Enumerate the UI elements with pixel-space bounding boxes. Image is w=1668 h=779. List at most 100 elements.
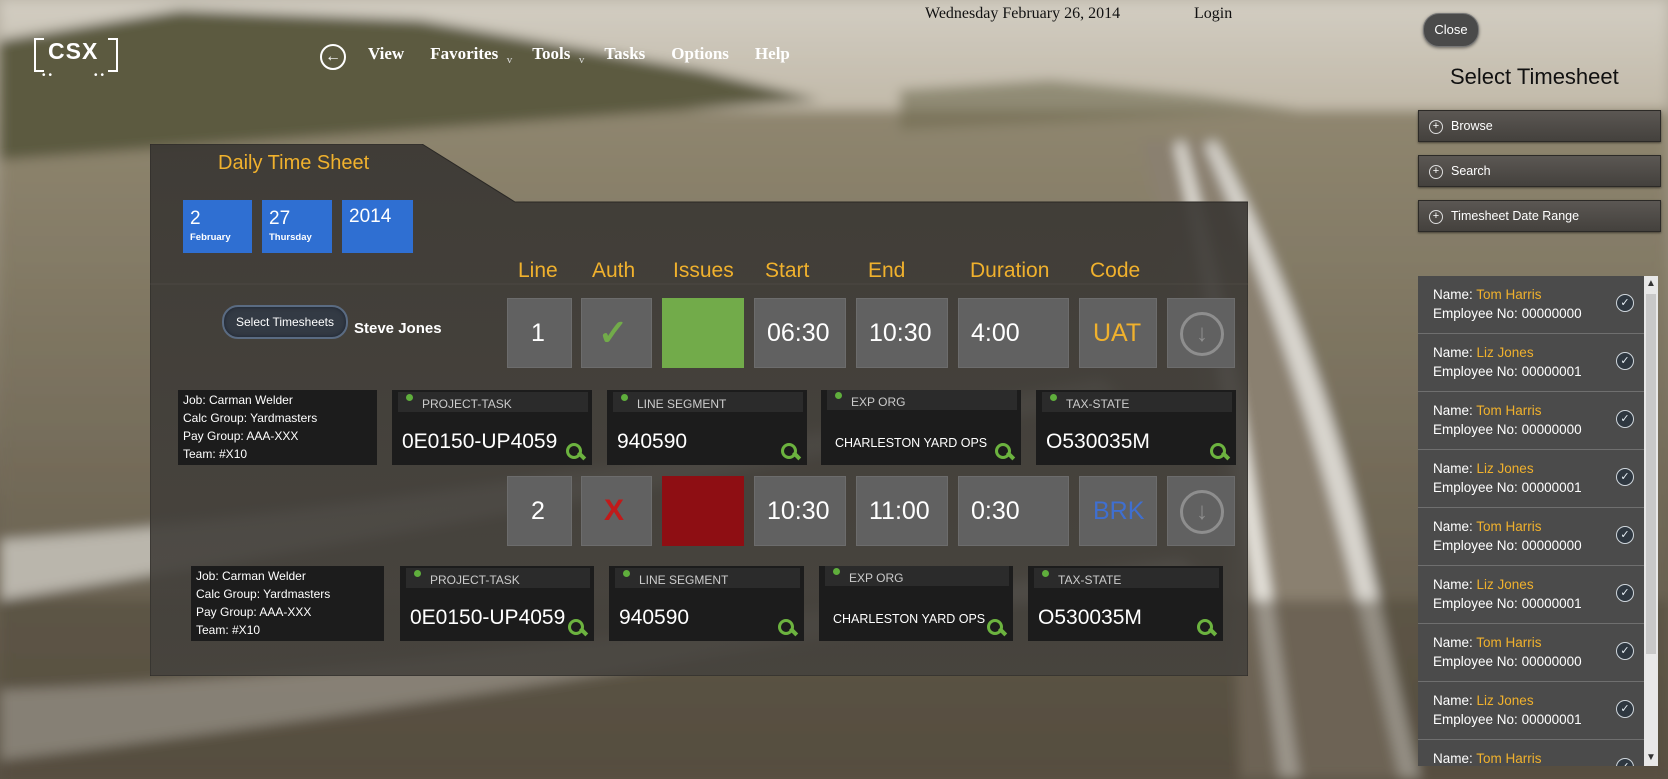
search-icon[interactable]	[776, 617, 799, 639]
list-item[interactable]: Name: Liz Jones Employee No: 00000001 ✓	[1418, 334, 1644, 392]
search-icon[interactable]	[779, 441, 802, 463]
date-year-box[interactable]: 2014	[342, 200, 413, 253]
start-time-field[interactable]: 06:30	[754, 298, 846, 368]
issues-status-green[interactable]	[662, 298, 744, 368]
code-field[interactable]: BRK	[1079, 476, 1157, 546]
check-icon[interactable]: ✓	[1616, 468, 1634, 486]
check-icon[interactable]: ✓	[1616, 410, 1634, 428]
list-item[interactable]: Name: Tom Harris Employee No: 00000000 ✓	[1418, 508, 1644, 566]
end-time-field[interactable]: 10:30	[856, 298, 948, 368]
expand-line-button[interactable]: ↓	[1167, 476, 1235, 546]
search-icon[interactable]	[566, 617, 589, 639]
search-icon[interactable]	[1208, 441, 1231, 463]
line-number-cell[interactable]: 1	[507, 298, 572, 368]
date-range-section[interactable]: + Timesheet Date Range	[1418, 200, 1661, 232]
auth-cell[interactable]: X	[581, 476, 652, 546]
date-range-label: Timesheet Date Range	[1451, 209, 1580, 223]
employee-number: Employee No: 00000001	[1433, 596, 1582, 611]
line-segment-field[interactable]: LINE SEGMENT 940590	[609, 566, 804, 641]
employee-list: Name: Tom Harris Employee No: 00000000 ✓ N…	[1418, 276, 1644, 766]
project-task-field[interactable]: PROJECT-TASK 0E0150-UP4059	[400, 566, 594, 641]
emp-label: Employee No:	[1433, 422, 1518, 437]
list-item[interactable]: Name: Tom Harris Employee No: 00000000 ✓	[1418, 624, 1644, 682]
search-icon[interactable]	[1195, 617, 1218, 639]
duration-field[interactable]: 0:30	[958, 476, 1069, 546]
expand-line-button[interactable]: ↓	[1167, 298, 1235, 368]
search-label: Search	[1451, 164, 1491, 178]
field-label: TAX-STATE	[1042, 392, 1232, 412]
field-value: CHARLESTON YARD OPS	[835, 436, 988, 450]
code-field[interactable]: UAT	[1079, 298, 1157, 368]
exp-org-field[interactable]: EXP ORG CHARLESTON YARD OPS	[819, 566, 1013, 641]
list-item[interactable]: Name: Liz Jones Employee No: 00000001 ✓	[1418, 566, 1644, 624]
field-value: 940590	[617, 430, 688, 453]
field-label: PROJECT-TASK	[406, 568, 590, 588]
issues-status-red[interactable]	[662, 476, 744, 546]
search-icon[interactable]	[985, 617, 1008, 639]
name-value: Tom Harris	[1476, 287, 1542, 302]
employee-name: Name: Tom Harris	[1433, 403, 1542, 418]
check-icon[interactable]: ✓	[1616, 584, 1634, 602]
check-icon[interactable]: ✓	[1616, 294, 1634, 312]
search-icon[interactable]	[993, 441, 1016, 463]
calc-group-label: Calc Group: Yardmasters	[196, 587, 331, 601]
end-time-field[interactable]: 11:00	[856, 476, 948, 546]
name-label: Name:	[1433, 751, 1473, 766]
search-section[interactable]: + Search	[1418, 155, 1661, 187]
menu-favorites[interactable]: Favorites v	[430, 44, 512, 66]
check-icon[interactable]: ✓	[1616, 352, 1634, 370]
column-header-code: Code	[1090, 259, 1141, 282]
name-label: Name:	[1433, 693, 1473, 708]
field-value: 940590	[619, 606, 690, 629]
list-item[interactable]: Name: Tom Harris ✓	[1418, 740, 1644, 766]
login-link[interactable]: Login	[1194, 5, 1232, 23]
scroll-thumb[interactable]	[1646, 294, 1656, 654]
plus-icon: +	[1429, 209, 1443, 224]
tax-state-field[interactable]: TAX-STATE O530035M	[1036, 390, 1236, 465]
menu-view[interactable]: View	[368, 44, 404, 64]
name-value: Liz Jones	[1476, 345, 1534, 360]
emp-value: 00000000	[1521, 306, 1582, 321]
back-arrow-icon[interactable]: ←	[320, 44, 346, 70]
project-task-field[interactable]: PROJECT-TASK 0E0150-UP4059	[392, 390, 592, 465]
check-icon[interactable]: ✓	[1616, 526, 1634, 544]
menu-help-label: Help	[754, 44, 790, 63]
close-button[interactable]: Close	[1423, 13, 1479, 47]
check-icon[interactable]: ✓	[1616, 758, 1634, 766]
tax-state-field[interactable]: TAX-STATE O530035M	[1028, 566, 1223, 641]
arrow-down-circle-icon: ↓	[1180, 312, 1224, 356]
browse-section[interactable]: + Browse	[1418, 110, 1661, 142]
employee-name: Name: Tom Harris	[1433, 287, 1542, 302]
search-icon[interactable]	[564, 441, 587, 463]
scroll-down-icon[interactable]: ▼	[1644, 750, 1658, 766]
list-item[interactable]: Name: Tom Harris Employee No: 00000000 ✓	[1418, 276, 1644, 334]
check-icon[interactable]: ✓	[1616, 700, 1634, 718]
scroll-up-icon[interactable]: ▲	[1644, 276, 1658, 292]
date-month-box[interactable]: 2 February	[183, 200, 252, 253]
emp-value: 00000001	[1521, 596, 1582, 611]
browse-label: Browse	[1451, 119, 1493, 133]
line-number-cell[interactable]: 2	[507, 476, 572, 546]
menu-options[interactable]: Options	[671, 44, 729, 64]
csx-logo[interactable]: CSX •• ••	[34, 36, 118, 81]
list-item[interactable]: Name: Liz Jones Employee No: 00000001 ✓	[1418, 682, 1644, 740]
select-timesheets-button[interactable]: Select Timesheets	[222, 305, 348, 339]
menu-tasks[interactable]: Tasks	[604, 44, 645, 64]
date-day-box[interactable]: 27 Thursday	[262, 200, 332, 253]
list-item[interactable]: Name: Liz Jones Employee No: 00000001 ✓	[1418, 450, 1644, 508]
logo-dots-right: ••	[94, 70, 108, 81]
line-segment-field[interactable]: LINE SEGMENT 940590	[607, 390, 807, 465]
plus-icon: +	[1429, 119, 1443, 134]
check-icon[interactable]: ✓	[1616, 642, 1634, 660]
list-item[interactable]: Name: Tom Harris Employee No: 00000000 ✓	[1418, 392, 1644, 450]
employee-list-scrollbar[interactable]: ▲ ▼	[1644, 276, 1658, 766]
start-time-field[interactable]: 10:30	[754, 476, 846, 546]
exp-org-field[interactable]: EXP ORG CHARLESTON YARD OPS	[821, 390, 1021, 465]
menu-tools[interactable]: Tools v	[532, 44, 584, 66]
name-label: Name:	[1433, 345, 1473, 360]
auth-cell[interactable]: ✓	[581, 298, 652, 368]
menu-help[interactable]: Help	[755, 44, 790, 64]
status-dot	[621, 394, 628, 401]
status-dot	[406, 394, 413, 401]
duration-field[interactable]: 4:00	[958, 298, 1069, 368]
